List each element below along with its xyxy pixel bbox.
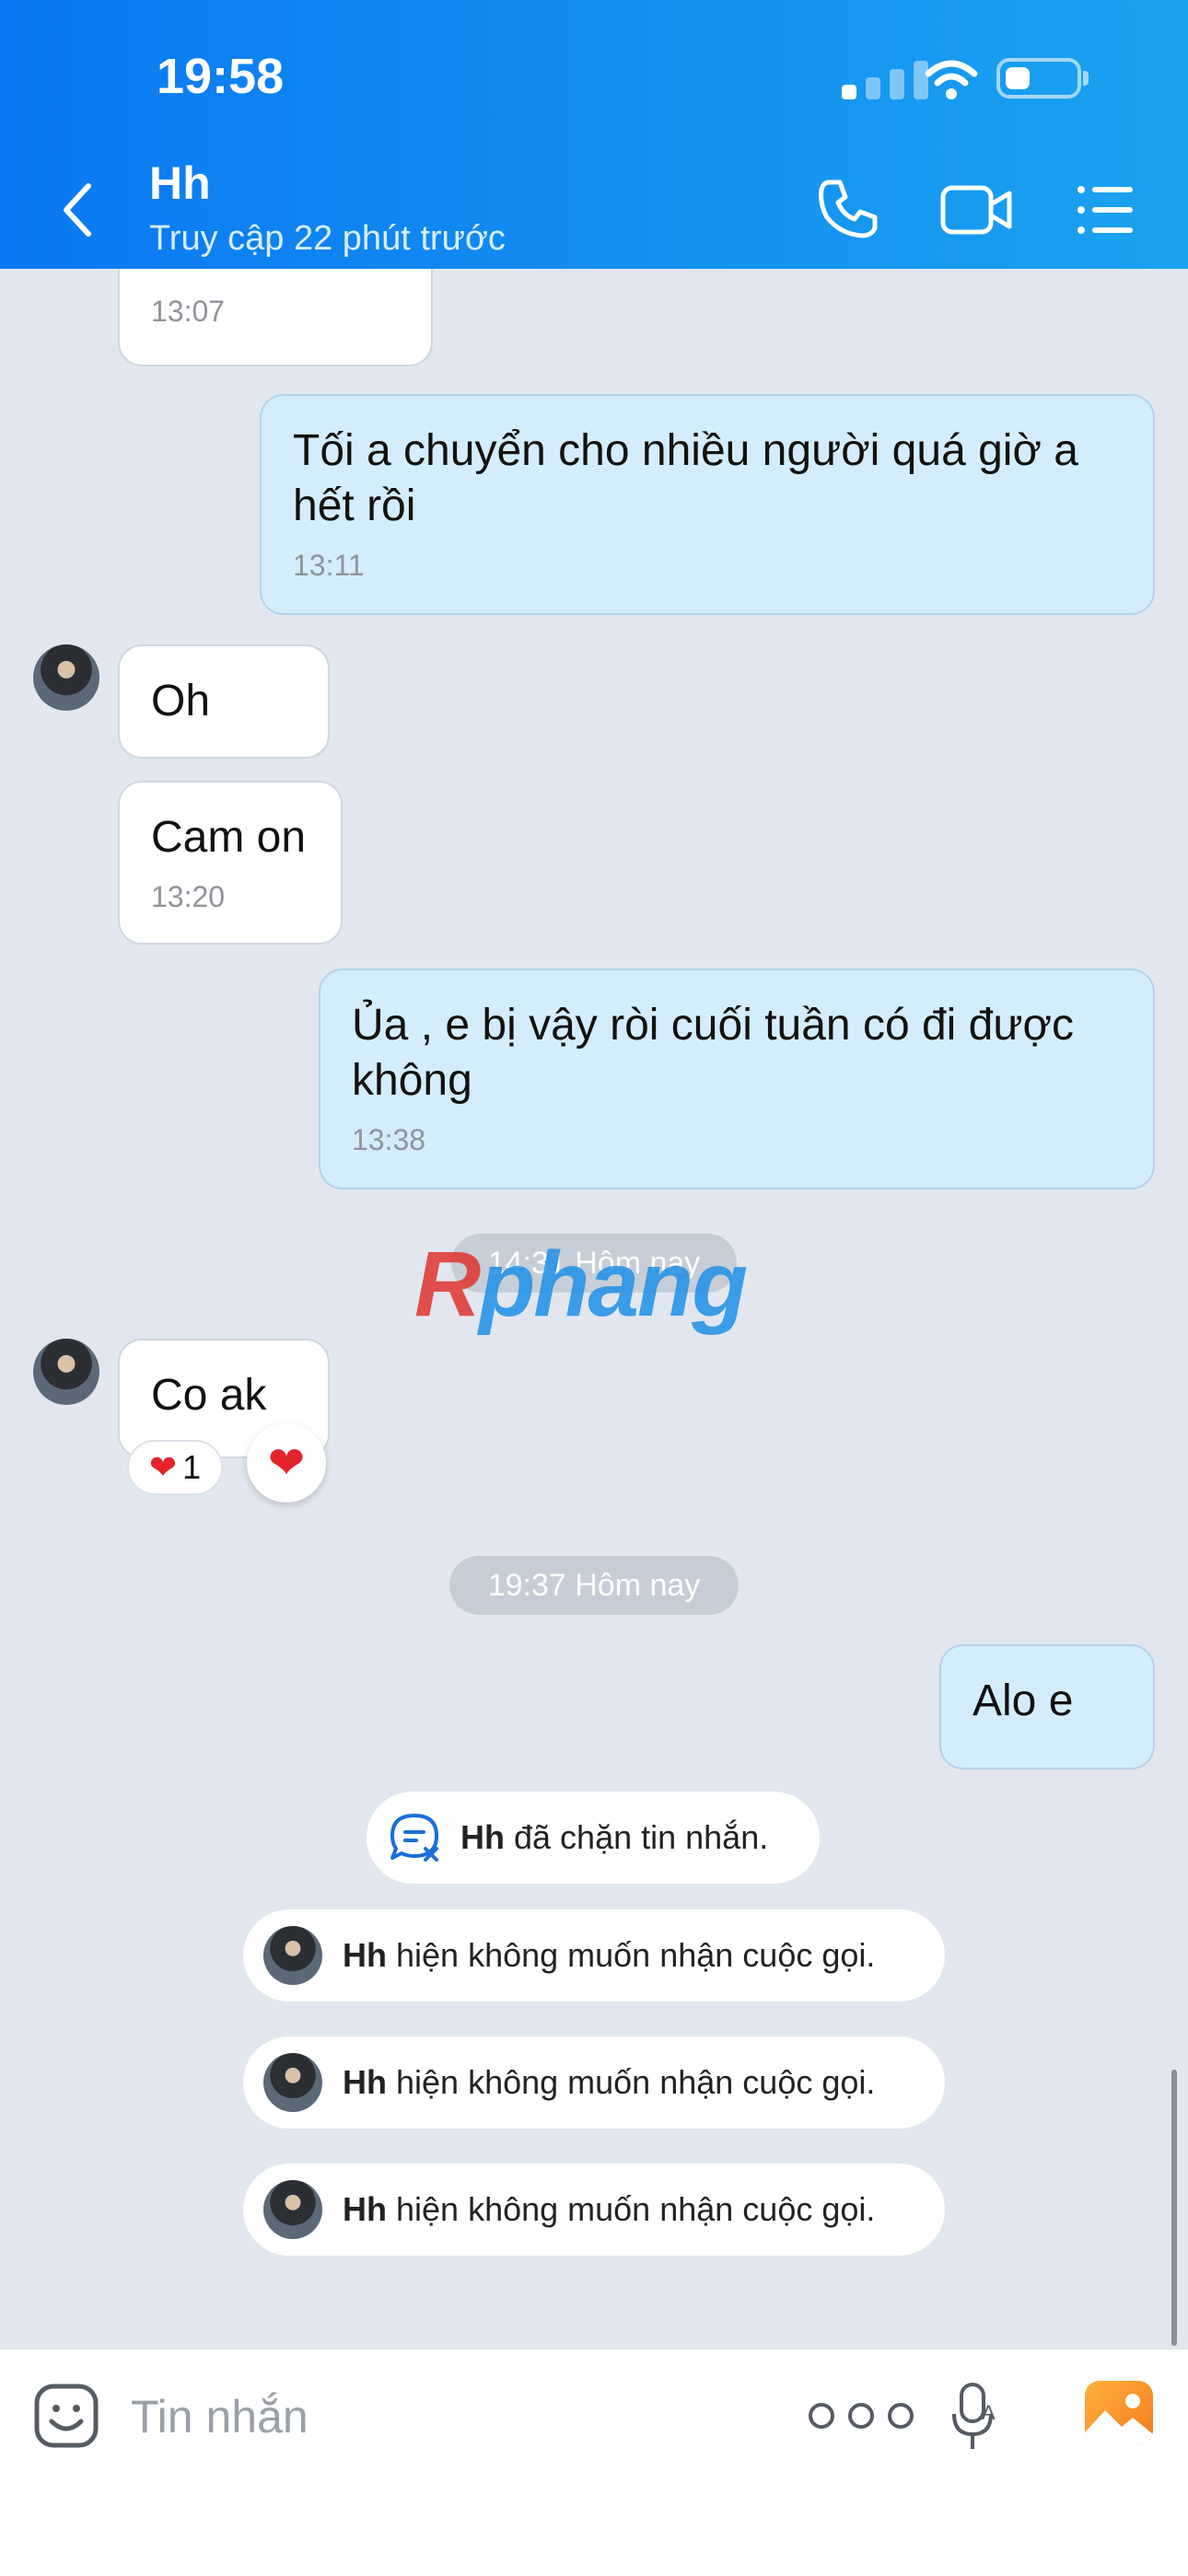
- message-bubble-incoming[interactable]: Oh: [118, 644, 330, 759]
- avatar: [263, 2053, 322, 2112]
- notice-contact-name: Hh: [343, 2190, 387, 2228]
- photo-gallery-icon[interactable]: [1085, 2381, 1153, 2445]
- contact-last-seen: Truy cập 22 phút trước: [149, 219, 506, 258]
- heart-icon: ❤: [267, 1439, 306, 1488]
- avatar: [263, 1926, 322, 1985]
- message-text: Oh: [151, 677, 211, 725]
- notice-text: hiện không muốn nhận cuộc gọi.: [396, 2063, 876, 2101]
- cellular-signal-icon: [842, 59, 930, 99]
- message-text: Ủa , e bị vậy ròi cuối tuần có đi được k…: [352, 1001, 1074, 1105]
- message-bubble-outgoing[interactable]: Tối a chuyển cho nhiều người quá giờ a h…: [260, 394, 1155, 615]
- status-time: 19:58: [157, 49, 285, 104]
- chevron-left-icon[interactable]: [57, 180, 98, 239]
- message-text: Tối a chuyển cho nhiều người quá giờ a h…: [293, 426, 1078, 530]
- system-notice-call: Hh hiện không muốn nhận cuộc gọi.: [243, 2164, 945, 2256]
- avatar: [263, 2180, 322, 2239]
- message-text: Co ak: [151, 1371, 267, 1420]
- contact-name[interactable]: Hh: [149, 157, 211, 210]
- emoji-sticker-icon[interactable]: [33, 2383, 99, 2449]
- notice-contact-name: Hh: [460, 1818, 505, 1856]
- reaction-count: 1: [182, 1448, 202, 1486]
- reaction-count-badge[interactable]: ❤ 1: [127, 1440, 223, 1495]
- avatar[interactable]: [33, 644, 99, 711]
- message-time: 13:20: [151, 880, 226, 913]
- message-time: 13:07: [151, 295, 226, 328]
- message-text: Cam on: [151, 813, 307, 862]
- date-separator: 19:37 Hôm nay: [449, 1556, 739, 1615]
- system-notice-blocked: Hh đã chặn tin nhắn.: [367, 1792, 820, 1884]
- chat-blocked-icon: [390, 1814, 438, 1862]
- message-text: Hi nk có tiền: [151, 269, 400, 280]
- watermark-logo: Rphang: [414, 1233, 748, 1336]
- system-notice-call: Hh hiện không muốn nhận cuộc gọi.: [243, 1909, 945, 2002]
- voice-mic-icon[interactable]: A: [949, 2381, 1000, 2454]
- message-input[interactable]: Tin nhắn: [131, 2390, 309, 2443]
- message-time: 13:38: [352, 1123, 426, 1156]
- message-bubble-incoming[interactable]: Hi nk có tiền 13:07: [118, 269, 433, 366]
- list-menu-icon[interactable]: [1076, 182, 1135, 238]
- message-text: Alo e: [973, 1677, 1074, 1725]
- more-dots-icon[interactable]: [801, 2396, 921, 2436]
- message-input-bar: Tin nhắn A: [0, 2348, 1188, 2576]
- phone-icon[interactable]: [816, 177, 880, 241]
- system-notice-call: Hh hiện không muốn nhận cuộc gọi.: [243, 2036, 945, 2129]
- message-bubble-incoming[interactable]: Cam on 13:20: [118, 781, 343, 945]
- wifi-icon: [925, 60, 978, 99]
- notice-text: hiện không muốn nhận cuộc gọi.: [396, 1936, 876, 1974]
- message-bubble-outgoing[interactable]: Ủa , e bị vậy ròi cuối tuần có đi được k…: [319, 969, 1155, 1189]
- message-time: 13:11: [293, 549, 365, 582]
- heart-icon: ❤: [148, 1448, 178, 1486]
- notice-contact-name: Hh: [343, 1936, 387, 1974]
- svg-text:A: A: [982, 2401, 996, 2424]
- chat-header: 19:58 Hh Truy cập 22 phút trước: [0, 0, 1188, 269]
- battery-tip: [1083, 71, 1089, 86]
- react-button[interactable]: ❤: [247, 1423, 326, 1503]
- avatar[interactable]: [33, 1339, 99, 1405]
- notice-contact-name: Hh: [343, 2063, 387, 2101]
- video-camera-icon[interactable]: [939, 180, 1015, 239]
- message-list[interactable]: Hi nk có tiền 13:07 Tối a chuyển cho nhi…: [0, 269, 1188, 2348]
- message-bubble-outgoing[interactable]: Alo e: [939, 1644, 1155, 1770]
- notice-text: đã chặn tin nhắn.: [514, 1818, 769, 1856]
- scrollbar[interactable]: [1171, 2070, 1177, 2346]
- battery-icon: [996, 58, 1081, 99]
- notice-text: hiện không muốn nhận cuộc gọi.: [396, 2190, 876, 2228]
